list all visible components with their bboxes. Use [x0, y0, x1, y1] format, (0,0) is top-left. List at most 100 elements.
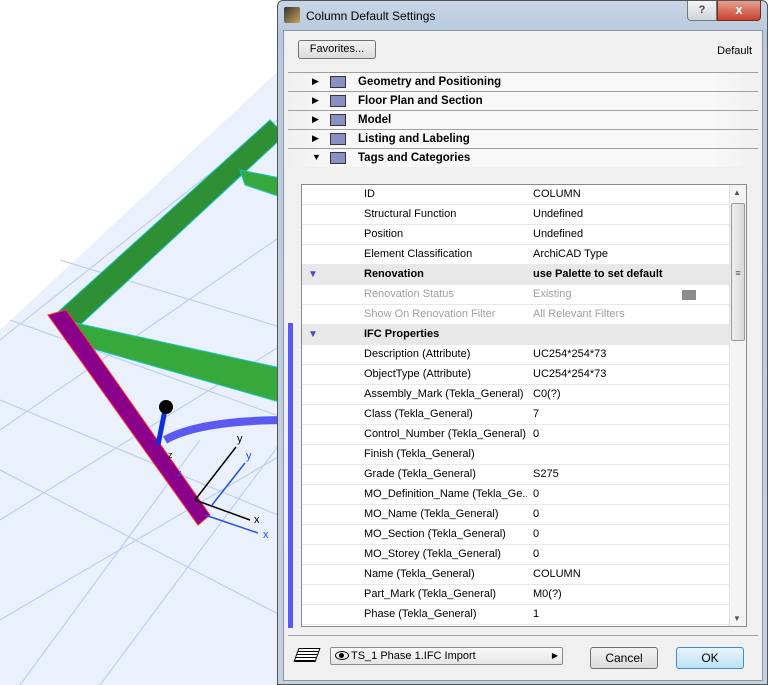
model-icon: [330, 114, 346, 126]
property-name: Description (Attribute): [364, 348, 471, 360]
close-button[interactable]: x: [717, 1, 761, 21]
property-name: MO_Definition_Name (Tekla_Ge...: [364, 488, 527, 500]
tags-icon: [330, 152, 346, 164]
scrollbar[interactable]: ▲ ≡ ▼: [729, 185, 746, 626]
geometry-icon: [330, 76, 346, 88]
table-row[interactable]: Assembly_Mark (Tekla_General) C0(?): [302, 385, 729, 405]
table-row[interactable]: Show On Renovation Filter All Relevant Fi…: [302, 305, 729, 325]
table-row[interactable]: Position Undefined: [302, 225, 729, 245]
scroll-down-icon[interactable]: ▼: [733, 614, 741, 623]
cancel-button[interactable]: Cancel: [590, 647, 658, 669]
table-row[interactable]: Renovation Status Existing: [302, 285, 729, 305]
property-name: Grade (Tekla_General): [364, 468, 476, 480]
section-label: Tags and Categories: [358, 152, 471, 164]
property-value[interactable]: COLUMN: [533, 185, 581, 204]
default-label: Default: [717, 45, 752, 57]
ok-button[interactable]: OK: [676, 647, 744, 669]
layer-icon: [293, 648, 321, 662]
property-value[interactable]: 0: [533, 505, 539, 524]
table-row[interactable]: ID COLUMN: [302, 185, 729, 205]
lock-icon: [682, 290, 696, 300]
section-model[interactable]: ▶ Model: [288, 110, 758, 129]
table-row[interactable]: Element Classification ArchiCAD Type: [302, 245, 729, 265]
group-header-row[interactable]: ▼ Renovation use Palette to set default: [302, 265, 729, 285]
triangle-right-icon[interactable]: ▶: [312, 133, 319, 144]
section-label: Model: [358, 114, 392, 126]
property-name: Part_Mark (Tekla_General): [364, 588, 497, 600]
triangle-right-icon[interactable]: ▶: [312, 114, 319, 125]
layer-select[interactable]: TS_1 Phase 1.IFC Import ▶: [330, 647, 563, 665]
section-listing-and-labeling[interactable]: ▶ Listing and Labeling: [288, 129, 758, 148]
property-value: Existing: [533, 288, 572, 300]
axis-label-z: z: [168, 450, 173, 460]
table-row[interactable]: MO_Section (Tekla_General) 0: [302, 525, 729, 545]
triangle-right-icon[interactable]: ▶: [312, 76, 319, 87]
title-bar[interactable]: Column Default Settings ? x: [278, 1, 767, 31]
property-name: Position: [364, 228, 404, 240]
section-label: Listing and Labeling: [358, 133, 470, 145]
table-row[interactable]: Description (Attribute) UC254*254*73: [302, 345, 729, 365]
property-value[interactable]: C0(?): [533, 385, 561, 404]
property-name: Name (Tekla_General): [364, 568, 475, 580]
table-row[interactable]: Control_Number (Tekla_General) 0: [302, 425, 729, 445]
property-value[interactable]: UC254*254*73: [533, 345, 606, 364]
property-name: ObjectType (Attribute): [364, 368, 471, 380]
property-name: IFC Properties: [364, 328, 440, 340]
property-name: Renovation: [364, 268, 424, 280]
table-row[interactable]: Class (Tekla_General) 7: [302, 405, 729, 425]
property-value[interactable]: COLUMN: [533, 565, 581, 584]
property-value[interactable]: 0: [533, 545, 539, 564]
property-name: Structural Function: [364, 208, 457, 220]
ifc-properties-highlight-bar: [288, 323, 293, 628]
property-name: Show On Renovation Filter: [364, 308, 496, 320]
property-name: Class (Tekla_General): [364, 408, 473, 420]
triangle-right-icon[interactable]: ▶: [312, 95, 319, 106]
axis-label-x-blue: x: [263, 529, 269, 541]
property-value[interactable]: 7: [533, 405, 539, 424]
favorites-button[interactable]: Favorites...: [298, 40, 376, 59]
table-row[interactable]: ObjectType (Attribute) UC254*254*73: [302, 365, 729, 385]
properties-table: ID COLUMN Structural Function Undefined Posi…: [301, 184, 747, 627]
table-row[interactable]: MO_Definition_Name (Tekla_Ge... 0: [302, 485, 729, 505]
table-row[interactable]: Finish (Tekla_General): [302, 445, 729, 465]
column-default-settings-dialog: Column Default Settings ? x Favorites...…: [277, 0, 768, 685]
scroll-up-icon[interactable]: ▲: [733, 188, 741, 197]
group-header-row[interactable]: ▼ IFC Properties: [302, 325, 729, 345]
triangle-down-icon[interactable]: ▼: [308, 325, 318, 344]
property-value[interactable]: Undefined: [533, 205, 583, 224]
property-value[interactable]: M0(?): [533, 585, 562, 604]
section-geometry-and-positioning[interactable]: ▶ Geometry and Positioning: [288, 72, 758, 91]
table-row[interactable]: Structural Function Undefined: [302, 205, 729, 225]
divider: [288, 635, 758, 636]
property-value[interactable]: UC254*254*73: [533, 365, 606, 384]
property-value[interactable]: 0: [533, 525, 539, 544]
section-floor-plan-and-section[interactable]: ▶ Floor Plan and Section: [288, 91, 758, 110]
property-value[interactable]: 1: [533, 605, 539, 624]
property-name: Element Classification: [364, 248, 473, 260]
3d-model-view[interactable]: y y x x z z: [0, 0, 290, 685]
property-name: Renovation Status: [364, 288, 454, 300]
dialog-title: Column Default Settings: [306, 9, 436, 23]
property-value[interactable]: S275: [533, 465, 559, 484]
axis-label-x: x: [254, 514, 260, 526]
section-tags-and-categories[interactable]: ▼ Tags and Categories: [288, 148, 758, 167]
dialog-body: Favorites... Default ▶ Geometry and Posi…: [283, 30, 763, 681]
table-row[interactable]: Phase (Tekla_General) 1: [302, 605, 729, 625]
property-name: Phase (Tekla_General): [364, 608, 477, 620]
table-row[interactable]: Part_Mark (Tekla_General) M0(?): [302, 585, 729, 605]
property-value[interactable]: 0: [533, 425, 539, 444]
property-value[interactable]: Undefined: [533, 225, 583, 244]
triangle-down-icon[interactable]: ▼: [312, 152, 321, 162]
property-value: use Palette to set default: [533, 268, 663, 280]
property-value[interactable]: ArchiCAD Type: [533, 245, 608, 264]
triangle-down-icon[interactable]: ▼: [308, 265, 318, 284]
property-value: All Relevant Filters: [533, 308, 625, 320]
table-row[interactable]: Grade (Tekla_General) S275: [302, 465, 729, 485]
scrollbar-thumb[interactable]: ≡: [731, 203, 745, 341]
property-value[interactable]: 0: [533, 485, 539, 504]
property-name: MO_Storey (Tekla_General): [364, 548, 501, 560]
table-row[interactable]: Name (Tekla_General) COLUMN: [302, 565, 729, 585]
table-row[interactable]: MO_Name (Tekla_General) 0: [302, 505, 729, 525]
help-button[interactable]: ?: [687, 1, 717, 21]
table-row[interactable]: MO_Storey (Tekla_General) 0: [302, 545, 729, 565]
